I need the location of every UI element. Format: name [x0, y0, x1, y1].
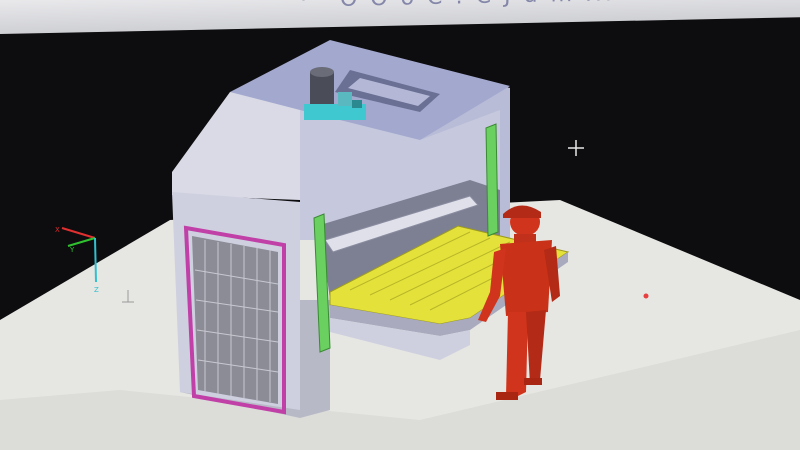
pick-point — [643, 293, 649, 299]
axis-y-label: Y — [69, 246, 75, 254]
crosshair-icon — [568, 140, 584, 156]
machine-front-gable — [172, 92, 300, 200]
axis-x-label: X — [55, 226, 60, 234]
3d-viewport[interactable]: X Y Z — [0, 0, 800, 450]
axis-z-label: Z — [94, 286, 99, 294]
right-column — [485, 123, 499, 237]
cad-screen: · · O O o C : C J u m ... — [0, 0, 800, 450]
